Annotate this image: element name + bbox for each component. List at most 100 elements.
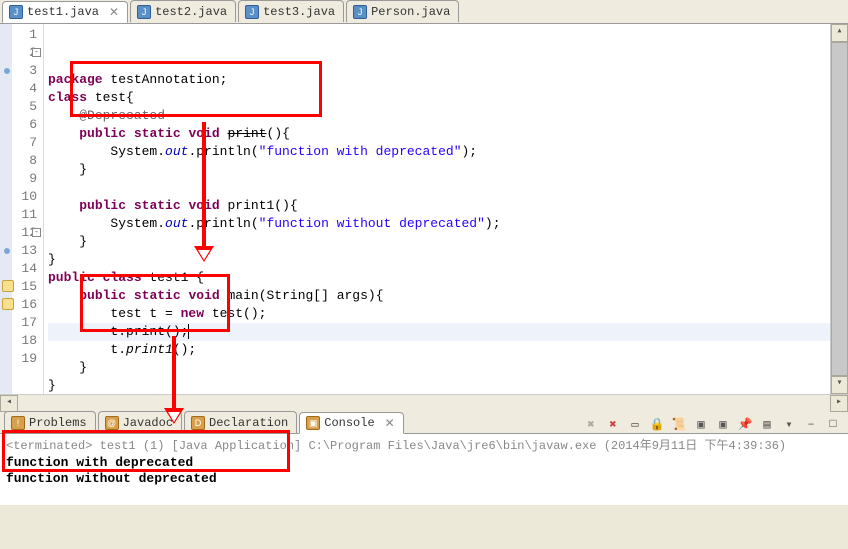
- code-token: print: [126, 324, 165, 339]
- line-number: 15: [0, 278, 37, 296]
- code-line[interactable]: public static void main(String[] args){: [48, 287, 830, 305]
- code-token: void: [188, 126, 219, 141]
- code-token: @Deprecated: [79, 108, 165, 123]
- code-line[interactable]: @Deprecated: [48, 107, 830, 125]
- editor-tab-test2-java[interactable]: Jtest2.java: [130, 0, 236, 22]
- console-line: function without deprecated: [6, 471, 842, 487]
- code-token: );: [462, 144, 478, 159]
- java-file-icon: J: [353, 5, 367, 19]
- editor-tab-test1-java[interactable]: Jtest1.java✕: [2, 1, 128, 23]
- code-token: ();: [173, 342, 196, 357]
- code-token: public: [79, 126, 126, 141]
- code-token: print: [228, 126, 267, 141]
- problems-icon: !: [11, 416, 25, 430]
- scroll-right-button[interactable]: ▸: [830, 395, 848, 412]
- code-token: );: [485, 216, 501, 231]
- code-token: public: [79, 288, 126, 303]
- code-token: }: [48, 234, 87, 249]
- code-line[interactable]: t.print();: [48, 323, 830, 341]
- code-token: "function without deprecated": [259, 216, 485, 231]
- code-line[interactable]: System.out.println("function without dep…: [48, 215, 830, 233]
- warning-marker-icon[interactable]: [2, 280, 14, 292]
- line-number: 2-: [0, 44, 37, 62]
- java-file-icon: J: [137, 5, 151, 19]
- close-icon[interactable]: ✕: [109, 5, 119, 19]
- console-icon: ▣: [306, 416, 320, 430]
- code-line[interactable]: }: [48, 251, 830, 269]
- code-token: test{: [87, 90, 134, 105]
- java-file-icon: J: [245, 5, 259, 19]
- tab-label: test2.java: [155, 5, 227, 19]
- fold-toggle-icon[interactable]: -: [32, 48, 41, 57]
- line-number: 18: [0, 332, 37, 350]
- code-token: ();: [165, 324, 188, 339]
- view-tab-label: Console: [324, 416, 374, 430]
- code-token: package: [48, 72, 103, 87]
- scroll-up-button[interactable]: ▴: [831, 24, 848, 42]
- code-token: [126, 126, 134, 141]
- line-number: 1: [0, 26, 37, 44]
- code-token: .println(: [188, 216, 258, 231]
- code-line[interactable]: t.print1();: [48, 341, 830, 359]
- code-token: main(String[] args){: [220, 288, 384, 303]
- editor-tab-Person-java[interactable]: J Person.java: [346, 0, 459, 22]
- line-number: 11: [0, 206, 37, 224]
- code-line[interactable]: public static void print1(){: [48, 197, 830, 215]
- console-run-header: <terminated> test1 (1) [Java Application…: [0, 434, 848, 455]
- line-number: 17: [0, 314, 37, 332]
- code-line[interactable]: }: [48, 233, 830, 251]
- editor-tab-test3-java[interactable]: Jtest3.java: [238, 0, 344, 22]
- code-line[interactable]: }: [48, 161, 830, 179]
- code-line[interactable]: }: [48, 359, 830, 377]
- code-token: [48, 108, 79, 123]
- console-line: function with deprecated: [6, 455, 842, 471]
- code-line[interactable]: class test{: [48, 89, 830, 107]
- code-token: void: [188, 288, 219, 303]
- console-output[interactable]: function with deprecatedfunction without…: [0, 455, 848, 505]
- warning-marker-icon[interactable]: [2, 298, 14, 310]
- text-cursor: [188, 324, 189, 339]
- fold-toggle-icon[interactable]: -: [32, 228, 41, 237]
- code-editor[interactable]: 12-3456789101112-13141516171819 package …: [0, 24, 848, 394]
- line-number: 14: [0, 260, 37, 278]
- close-icon[interactable]: ✕: [385, 416, 395, 430]
- code-token: }: [48, 252, 56, 267]
- line-number: 7: [0, 134, 37, 152]
- code-line[interactable]: public class test1 {: [48, 269, 830, 287]
- code-token: new: [181, 306, 204, 321]
- code-token: [48, 288, 79, 303]
- view-tab-console[interactable]: ▣ Console ✕: [299, 412, 403, 434]
- code-token: .println(: [188, 144, 258, 159]
- code-area[interactable]: package testAnnotation;class test{ @Depr…: [44, 24, 830, 394]
- tab-label: test1.java: [27, 5, 99, 19]
- code-token: test t =: [48, 306, 181, 321]
- code-token: [95, 270, 103, 285]
- code-token: [126, 198, 134, 213]
- code-token: t.: [48, 324, 126, 339]
- code-token: static: [134, 126, 181, 141]
- code-token: public: [79, 198, 126, 213]
- code-line[interactable]: }: [48, 377, 830, 395]
- code-line[interactable]: package testAnnotation;: [48, 71, 830, 89]
- method-marker-icon: [4, 68, 10, 74]
- line-number-gutter: 12-3456789101112-13141516171819: [0, 24, 44, 394]
- code-token: public: [48, 270, 95, 285]
- code-token: test();: [204, 306, 266, 321]
- scroll-left-button[interactable]: ◂: [0, 395, 18, 412]
- code-token: static: [134, 198, 181, 213]
- scroll-down-button[interactable]: ▾: [831, 376, 848, 394]
- line-number: 13: [0, 242, 37, 260]
- code-token: (){: [267, 126, 290, 141]
- vertical-scrollbar[interactable]: ▴ ▾: [830, 24, 848, 394]
- code-line[interactable]: System.out.println("function with deprec…: [48, 143, 830, 161]
- scroll-thumb[interactable]: [831, 42, 848, 376]
- tab-label: Person.java: [371, 5, 450, 19]
- line-number: 12-: [0, 224, 37, 242]
- code-token: [126, 288, 134, 303]
- code-line[interactable]: test t = new test();: [48, 305, 830, 323]
- code-token: testAnnotation;: [103, 72, 228, 87]
- code-line[interactable]: [48, 395, 830, 413]
- code-token: print1: [126, 342, 173, 357]
- code-line[interactable]: public static void print(){: [48, 125, 830, 143]
- code-line[interactable]: [48, 179, 830, 197]
